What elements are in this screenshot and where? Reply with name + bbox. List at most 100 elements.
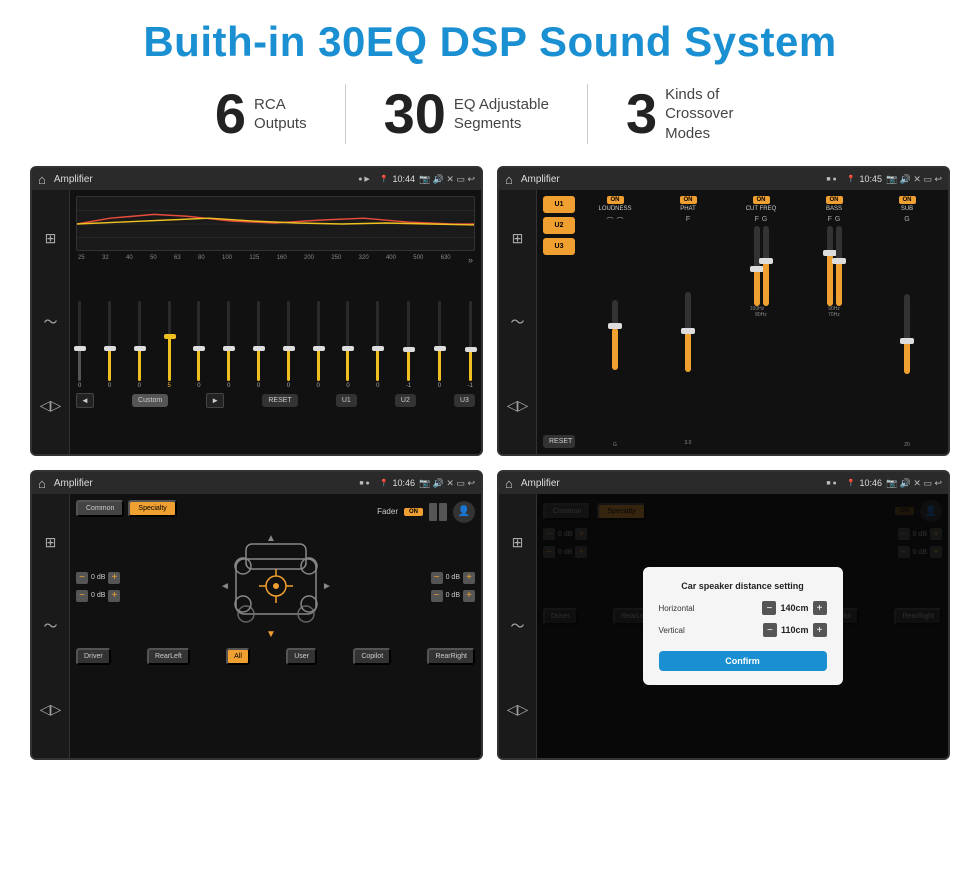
btn-user[interactable]: User — [286, 648, 317, 665]
screen4-sidebar: ⊞ 〜 ◁▷ — [499, 494, 537, 758]
home-icon-2[interactable]: ⌂ — [505, 172, 513, 187]
home-icon-3[interactable]: ⌂ — [38, 476, 46, 491]
screen2-main: U1 U2 U3 RESET ON LOUDNESS ⌒⌒ — [537, 190, 948, 454]
eq-slider-5: 0 — [227, 269, 230, 389]
stat-rca: 6 RCAOutputs — [177, 86, 345, 142]
location-icon-1: 📍 — [380, 175, 389, 183]
top-left-plus[interactable]: + — [108, 572, 120, 584]
horizontal-minus[interactable]: − — [762, 601, 776, 615]
tab-common[interactable]: Common — [76, 500, 124, 517]
fader-label: Fader — [377, 507, 398, 516]
status-time-1: 10:44 — [392, 174, 415, 184]
eq-slider-10: 0 — [376, 269, 379, 389]
car-diagram-container: ▼ ▲ ◄ ► — [126, 529, 424, 644]
fader-bottom-btns: Driver RearLeft All User Copilot RearRig… — [76, 648, 475, 665]
screen3-sidebar: ⊞ 〜 ◁▷ — [32, 494, 70, 758]
screen-fader: ⌂ Amplifier ■ ● 📍 10:46 📷 🔊 ✕ ▭ ↩ ⊞ 〜 ◁▷ — [30, 470, 483, 760]
preset-u3[interactable]: U3 — [543, 238, 575, 255]
top-right-plus[interactable]: + — [463, 572, 475, 584]
reset-crossover-btn[interactable]: RESET — [543, 435, 575, 448]
phat-slider[interactable] — [685, 292, 691, 372]
sidebar-vol-icon[interactable]: ◁▷ — [40, 397, 62, 414]
screen4-content: ⊞ 〜 ◁▷ Common Specialty ON 👤 — [499, 494, 948, 758]
eq-reset-btn[interactable]: RESET — [262, 394, 297, 407]
screen1-main: 2532405063 80100125160200 25032040050063… — [70, 190, 481, 454]
eq-play-btn[interactable]: ► — [206, 393, 224, 408]
status-time-4: 10:46 — [859, 478, 882, 488]
status-time-3: 10:46 — [392, 478, 415, 488]
loudness-slider[interactable] — [612, 300, 618, 370]
sidebar-wave-icon-4[interactable]: 〜 — [511, 616, 525, 636]
status-title-4: Amplifier — [521, 478, 822, 489]
tab-specialty[interactable]: Specialty — [128, 500, 176, 517]
sidebar-wave-icon-2[interactable]: 〜 — [511, 312, 525, 332]
sidebar-eq-icon-4[interactable]: ⊞ — [512, 534, 524, 551]
stat-eq: 30 EQ AdjustableSegments — [346, 86, 587, 142]
btn-rearright[interactable]: RearRight — [427, 648, 475, 665]
crossover-presets: U1 U2 U3 RESET — [543, 196, 575, 448]
screen4-main: Common Specialty ON 👤 − 0 dB + — [537, 494, 948, 758]
top-right-minus[interactable]: − — [431, 572, 443, 584]
eq-prev-btn[interactable]: ◄ — [76, 393, 94, 408]
sidebar-wave-icon-3[interactable]: 〜 — [44, 616, 58, 636]
status-bar-2: ⌂ Amplifier ■ ● 📍 10:45 📷 🔊 ✕ ▭ ↩ — [499, 168, 948, 190]
preset-u1[interactable]: U1 — [543, 196, 575, 213]
btn-driver[interactable]: Driver — [76, 648, 111, 665]
left-db-controls: − 0 dB + − 0 dB + — [76, 529, 120, 644]
eq-custom-btn[interactable]: Custom — [132, 394, 168, 407]
eq-slider-4: 0 — [197, 269, 200, 389]
vertical-minus[interactable]: − — [763, 623, 777, 637]
sidebar-eq-icon-3[interactable]: ⊞ — [45, 534, 57, 551]
cutfreq-slider-2[interactable] — [763, 226, 769, 306]
horizontal-value: 140cm — [780, 603, 808, 613]
dot-icons-1: ● ▶ — [358, 175, 370, 183]
stat-eq-number: 30 — [384, 86, 446, 142]
eq-u1-btn[interactable]: U1 — [336, 394, 357, 407]
confirm-button[interactable]: Confirm — [659, 651, 827, 671]
bottom-right-minus[interactable]: − — [431, 590, 443, 602]
cutfreq-label: CUT FREQ — [746, 206, 777, 212]
location-icon-2: 📍 — [847, 175, 856, 183]
bass-slider-1[interactable] — [827, 226, 833, 306]
bottom-left-minus[interactable]: − — [76, 590, 88, 602]
person-icon[interactable]: 👤 — [453, 501, 475, 523]
eq-slider-3: 5 — [167, 269, 170, 389]
sidebar-eq-icon[interactable]: ⊞ — [45, 230, 57, 247]
vertical-plus[interactable]: + — [813, 623, 827, 637]
stats-row: 6 RCAOutputs 30 EQ AdjustableSegments 3 … — [30, 84, 950, 144]
top-left-minus[interactable]: − — [76, 572, 88, 584]
sub-slider[interactable] — [904, 294, 910, 374]
bottom-left-plus[interactable]: + — [108, 590, 120, 602]
svg-text:▼: ▼ — [266, 629, 276, 640]
eq-u2-btn[interactable]: U2 — [395, 394, 416, 407]
btn-copilot[interactable]: Copilot — [353, 648, 391, 665]
eq-slider-8: 0 — [317, 269, 320, 389]
bottom-right-plus[interactable]: + — [463, 590, 475, 602]
sidebar-vol-icon-2[interactable]: ◁▷ — [507, 397, 529, 414]
channel-bass: ON BASS FG — [799, 196, 869, 448]
bass-slider-2[interactable] — [836, 226, 842, 306]
btn-all[interactable]: All — [226, 648, 250, 665]
fader-on-badge: ON — [404, 508, 423, 516]
preset-u2[interactable]: U2 — [543, 217, 575, 234]
home-icon-1[interactable]: ⌂ — [38, 172, 46, 187]
vertical-value: 110cm — [781, 625, 809, 635]
stat-eq-label: EQ AdjustableSegments — [454, 95, 549, 134]
sidebar-vol-icon-3[interactable]: ◁▷ — [40, 701, 62, 718]
stat-crossover-label: Kinds ofCrossover Modes — [665, 85, 765, 144]
sidebar-eq-icon-2[interactable]: ⊞ — [512, 230, 524, 247]
btn-rearleft[interactable]: RearLeft — [147, 648, 190, 665]
sidebar-vol-icon-4[interactable]: ◁▷ — [507, 701, 529, 718]
screen3-content: ⊞ 〜 ◁▷ Common Specialty Fader ON — [32, 494, 481, 758]
eq-u3-btn[interactable]: U3 — [454, 394, 475, 407]
stat-rca-number: 6 — [215, 86, 246, 142]
home-icon-4[interactable]: ⌂ — [505, 476, 513, 491]
sidebar-wave-icon[interactable]: 〜 — [44, 312, 58, 332]
dot-icons-3: ■ ● — [359, 480, 369, 487]
eq-slider-2: 0 — [138, 269, 141, 389]
dot-icons-4: ■ ● — [826, 480, 836, 487]
top-left-db: − 0 dB + — [76, 572, 120, 584]
cutfreq-slider-1[interactable] — [754, 226, 760, 306]
horizontal-plus[interactable]: + — [813, 601, 827, 615]
eq-slider-9: 0 — [346, 269, 349, 389]
